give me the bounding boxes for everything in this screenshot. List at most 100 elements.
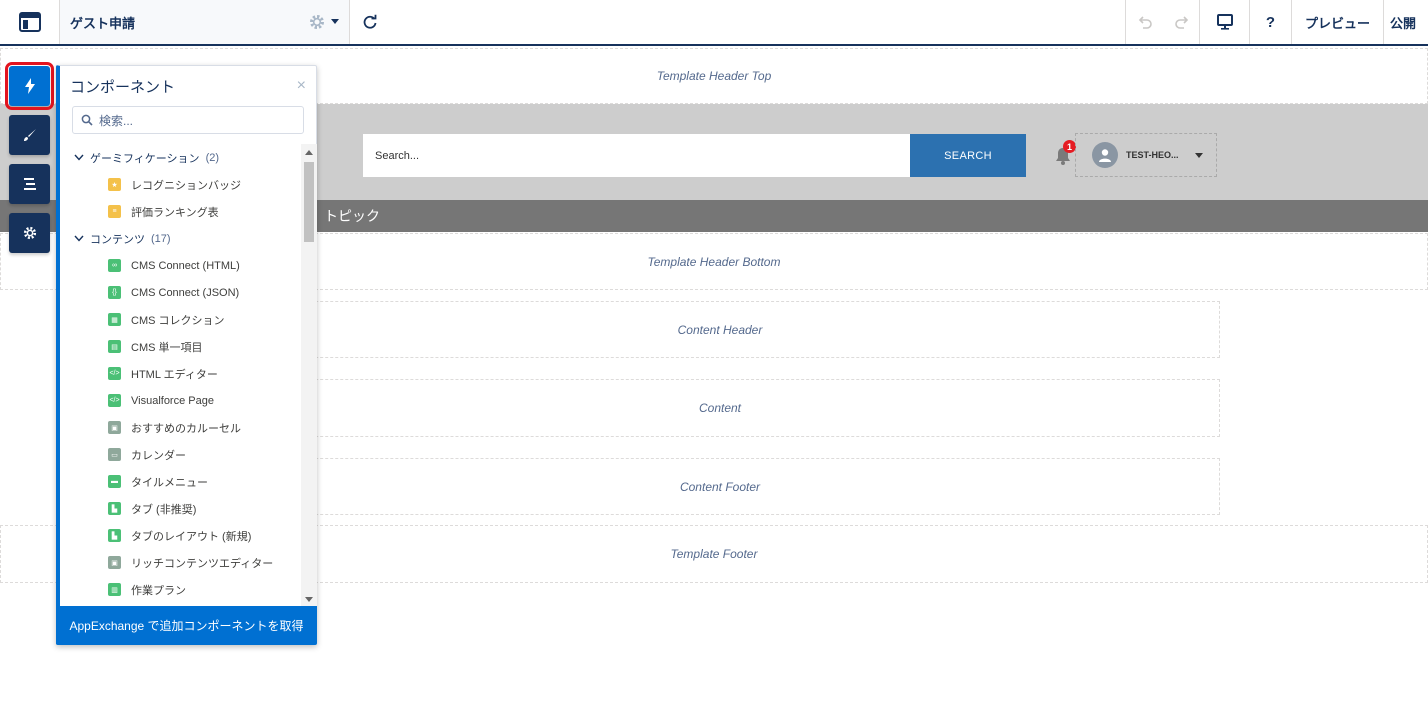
site-search-input[interactable]: Search... [363, 134, 910, 177]
brush-icon [23, 129, 36, 141]
close-icon[interactable]: × [297, 77, 306, 95]
region-content[interactable]: Content [220, 379, 1220, 437]
desktop-icon [1216, 14, 1233, 30]
scroll-down-icon[interactable] [305, 597, 313, 602]
undo-icon [1138, 16, 1152, 29]
region-label: Template Header Bottom [647, 254, 781, 269]
scroll-thumb[interactable] [304, 162, 314, 242]
user-profile-menu[interactable]: TEST-HEO... [1075, 133, 1217, 177]
topic-label[interactable]: トピック [324, 206, 380, 226]
help-button[interactable]: ? [1250, 0, 1292, 44]
panel-scrollbar[interactable] [301, 144, 317, 606]
item-label: おすすめのカルーセル [131, 422, 241, 435]
region-label: Template Footer [670, 547, 758, 561]
item-label: HTML エディター [131, 368, 218, 381]
user-name: TEST-HEO... [1126, 150, 1179, 160]
item-label: Visualforce Page [131, 394, 214, 407]
chevron-down-icon [74, 235, 84, 242]
list-item[interactable]: ▦ CMS コレクション [60, 306, 300, 333]
list-icon [23, 178, 36, 190]
gear-icon [23, 226, 36, 240]
page-structure-tool-button[interactable] [9, 164, 50, 204]
link-icon: ∞ [108, 259, 121, 272]
code-icon: </> [108, 367, 121, 380]
list-item[interactable]: ▬ タイルメニュー [60, 468, 300, 495]
tab-icon: ▙ [108, 502, 121, 515]
layout-icon [18, 12, 41, 32]
item-label: 作業プラン [131, 584, 186, 597]
refresh-button[interactable] [350, 0, 390, 44]
grid-icon: ▦ [108, 313, 121, 326]
badge-icon: ★ [108, 178, 121, 191]
panel-header: コンポーネント × [60, 66, 316, 106]
refresh-icon [363, 14, 377, 29]
avatar [1092, 142, 1118, 168]
leaderboard-icon: ≡ [108, 205, 121, 218]
list-item[interactable]: ▙ タブ (非推奨) [60, 495, 300, 522]
list-item[interactable]: ▣ おすすめのカルーセル [60, 414, 300, 441]
item-label: CMS 単一項目 [131, 341, 203, 354]
scroll-up-icon[interactable] [305, 150, 313, 155]
group-gamification[interactable]: ゲーミフィケーション (2) [60, 144, 300, 171]
list-item[interactable]: {} CMS Connect (JSON) [60, 279, 300, 306]
components-tool-button[interactable] [5, 62, 54, 110]
list-item[interactable]: ▥ 作業プラン [60, 576, 300, 603]
list-item[interactable]: ≡ 評価ランキング表 [60, 198, 300, 225]
device-preview-button[interactable] [1200, 0, 1250, 44]
list-item[interactable]: ▭ カレンダー [60, 441, 300, 468]
group-count: (2) [205, 151, 220, 164]
list-item[interactable]: ∞ CMS Connect (HTML) [60, 252, 300, 279]
components-panel: コンポーネント × 検索... ゲーミフィケーション (2) ★ レコグニション… [56, 65, 317, 645]
work-plan-icon: ▥ [108, 583, 121, 596]
list-item[interactable]: </> HTML エディター [60, 360, 300, 387]
list-item[interactable]: ★ レコグニションバッジ [60, 171, 300, 198]
json-icon: {} [108, 286, 121, 299]
chevron-down-icon [1194, 152, 1203, 158]
region-label: Content Footer [679, 479, 761, 494]
item-label: カレンダー [131, 449, 186, 462]
component-search-input[interactable]: 検索... [72, 106, 304, 134]
tab-icon: ▙ [108, 529, 121, 542]
item-label: 評価ランキング表 [131, 206, 219, 219]
list-item[interactable]: ▤ CMS 単一項目 [60, 333, 300, 360]
undo-button[interactable] [1126, 0, 1164, 44]
chevron-down-icon [331, 19, 339, 24]
redo-icon [1174, 16, 1188, 29]
theme-tool-button[interactable] [9, 115, 50, 155]
item-label: リッチコンテンツエディター [131, 557, 274, 570]
publish-button[interactable]: 公開 [1384, 0, 1428, 44]
region-content-header[interactable]: Content Header [220, 301, 1220, 358]
search-icon [81, 114, 93, 126]
item-label: CMS Connect (JSON) [131, 286, 240, 299]
gear-icon [310, 15, 324, 29]
page-settings-button[interactable] [309, 14, 339, 30]
lightning-icon [24, 78, 35, 94]
group-label: ゲーミフィケーション [90, 152, 200, 165]
item-label: レコグニションバッジ [131, 179, 241, 192]
search-placeholder: 検索... [99, 113, 134, 128]
group-count: (17) [151, 232, 171, 245]
item-label: CMS Connect (HTML) [131, 259, 240, 272]
list-item[interactable]: </> Visualforce Page [60, 387, 300, 414]
appexchange-link[interactable]: AppExchange で追加コンポーネントを取得 [56, 606, 317, 645]
settings-tool-button[interactable] [9, 213, 50, 253]
page-title: ゲスト申請 [70, 15, 136, 31]
component-list: ゲーミフィケーション (2) ★ レコグニションバッジ ≡ 評価ランキング表 コ… [60, 144, 300, 606]
region-content-footer[interactable]: Content Footer [220, 458, 1220, 515]
preview-button[interactable]: プレビュー [1292, 0, 1384, 44]
card-icon: ▤ [108, 340, 121, 353]
redo-button[interactable] [1164, 0, 1200, 44]
item-label: CMS コレクション [131, 314, 225, 327]
item-label: タイルメニュー [131, 476, 208, 489]
list-item[interactable]: ▣ リッチコンテンツエディター [60, 549, 300, 576]
layout-menu-button[interactable] [0, 0, 60, 44]
group-label: コンテンツ [90, 233, 145, 246]
user-icon [1099, 149, 1111, 162]
list-item[interactable]: ▙ タブのレイアウト (新規) [60, 522, 300, 549]
site-search-button[interactable]: SEARCH [910, 134, 1026, 177]
tile-menu-icon: ▬ [108, 475, 121, 488]
group-content[interactable]: コンテンツ (17) [60, 225, 300, 252]
item-label: タブのレイアウト (新規) [131, 530, 252, 543]
region-label: Content Header [677, 322, 763, 337]
page-selector[interactable]: ゲスト申請 [60, 0, 350, 44]
